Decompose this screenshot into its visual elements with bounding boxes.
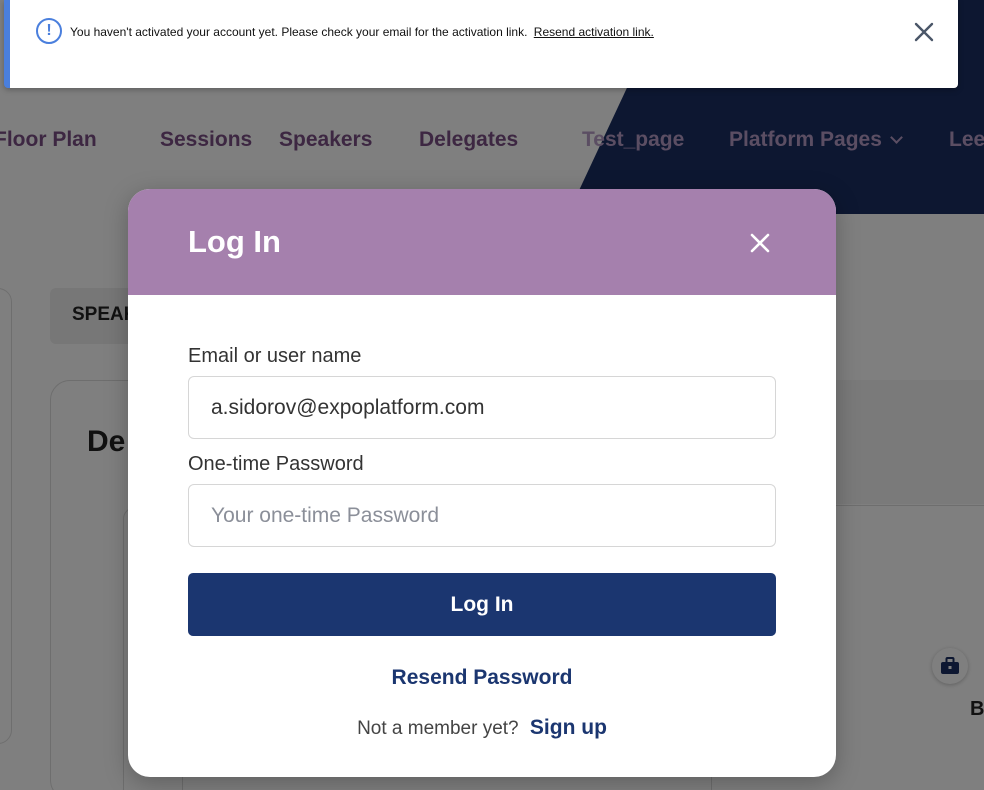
password-field[interactable] — [188, 484, 776, 547]
activation-banner: ! You haven't activated your account yet… — [4, 0, 958, 88]
login-modal: Log In Email or user name One-time Passw… — [128, 189, 836, 777]
login-button[interactable]: Log In — [188, 573, 776, 636]
signup-row: Not a member yet? Sign up — [188, 716, 776, 740]
signup-link[interactable]: Sign up — [530, 716, 607, 739]
signup-prompt: Not a member yet? — [357, 718, 519, 739]
modal-header: Log In — [128, 189, 836, 295]
banner-message-text: You haven't activated your account yet. … — [70, 25, 528, 39]
email-label: Email or user name — [188, 345, 362, 367]
email-field[interactable] — [188, 376, 776, 439]
info-icon: ! — [36, 18, 62, 44]
resend-password-link[interactable]: Resend Password — [188, 666, 776, 690]
resend-activation-link[interactable]: Resend activation link. — [534, 25, 654, 39]
close-icon[interactable] — [912, 20, 936, 44]
modal-title: Log In — [188, 224, 281, 259]
banner-message: You haven't activated your account yet. … — [70, 25, 654, 39]
login-form: Email or user name One-time Password Log… — [188, 345, 776, 740]
close-icon[interactable] — [748, 231, 772, 255]
password-label: One-time Password — [188, 453, 364, 475]
